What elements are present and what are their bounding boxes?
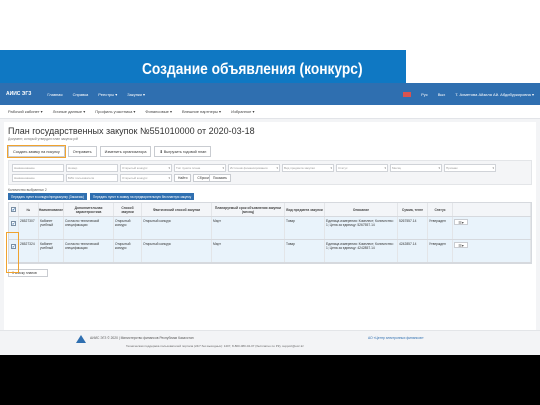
- export-plan-label: Выгрузить годовой план: [163, 149, 207, 154]
- doc-link[interactable]: Документ, который утвердил план закупок …: [8, 137, 532, 142]
- sub-navbar: Рабочий кабинет ▾ Личные данные ▾ Профил…: [0, 105, 540, 119]
- show-button[interactable]: Показать: [209, 174, 232, 182]
- row-fact-method: Открытый конкурс: [142, 240, 212, 262]
- ministry-logo-icon: [76, 335, 86, 343]
- table-header: ✔ № Наименование Дополнительная характер…: [9, 203, 531, 217]
- row-kind: Товар: [285, 240, 325, 262]
- row-method: Открытый конкурс: [114, 217, 142, 239]
- page-title: План государственных закупок №551010000 …: [8, 126, 255, 136]
- action-bar: Передать пункт в конкурс/предзакупку (За…: [8, 193, 532, 200]
- export-plan-button[interactable]: ⬇ Выгрузить годовой план: [154, 146, 212, 157]
- row-month: Март: [212, 217, 285, 239]
- create-notice-button[interactable]: Передать пункт в конкурс/предзакупку (За…: [8, 193, 87, 200]
- row-actions: ☰▾: [453, 217, 531, 239]
- subnav-finance[interactable]: Финансовые ▾: [145, 109, 172, 114]
- filter-month[interactable]: Месяц: [390, 164, 442, 172]
- notification-icon[interactable]: [403, 91, 412, 97]
- header-cell: Наименование: [39, 203, 64, 216]
- slide: Создание объявления (конкурс) АИИС ЭГЗ Г…: [0, 0, 540, 405]
- app-logo[interactable]: АИИС ЭГЗ: [6, 91, 31, 97]
- filter-method-2[interactable]: Открытый конкурс: [120, 174, 172, 182]
- filter-subject-kind[interactable]: Вид предмета закупки: [282, 164, 334, 172]
- plan-table: ✔ № Наименование Дополнительная характер…: [8, 202, 532, 264]
- row-id[interactable]: 26527307: [19, 217, 39, 239]
- top-navbar: АИИС ЭГЗ Главная Справка Реестры ▾ Закуп…: [0, 83, 540, 105]
- screenshot: АИИС ЭГЗ Главная Справка Реестры ▾ Закуп…: [0, 83, 540, 355]
- table-row[interactable]: ✔ 26527307 Кабинет учебный Согласно техн…: [9, 217, 531, 240]
- row-checkbox[interactable]: ✔: [11, 221, 16, 226]
- filter-name[interactable]: Наименование: [12, 164, 64, 172]
- filter-number[interactable]: Номер: [66, 164, 118, 172]
- search-button[interactable]: Найти: [174, 174, 192, 182]
- subnav-cabinet[interactable]: Рабочий кабинет ▾: [8, 109, 43, 114]
- header-cell: Способ закупки: [114, 203, 142, 216]
- lang-switch[interactable]: Рус: [421, 92, 428, 97]
- row-desc: Единица измерения: Комплект; Количество:…: [325, 217, 398, 239]
- row-extra: Согласно технической спецификации: [64, 217, 114, 239]
- menu-icon[interactable]: ☰▾: [454, 242, 468, 248]
- row-name: Кабинет учебный: [39, 217, 64, 239]
- selection-highlight: [6, 232, 19, 273]
- filter-row: Наименование Номер Открытый конкурс Тип …: [12, 164, 528, 172]
- nav-home[interactable]: Главная: [47, 92, 62, 97]
- create-pred-button[interactable]: Передать пункт в заявку на предварительн…: [89, 193, 195, 200]
- footer: АИИС ЭГЗ © 2020 | Министерство финансов …: [0, 330, 540, 355]
- header-cell: Фактический способ закупки: [142, 203, 212, 216]
- row-month: Март: [212, 240, 285, 262]
- filter-row: Наименование БИН пользователя Открытый к…: [12, 174, 528, 182]
- row-status: Утвержден: [428, 217, 453, 239]
- row-status: Утвержден: [428, 240, 453, 262]
- subnav-favorites[interactable]: Избранное ▾: [231, 109, 254, 114]
- row-sum: 5267557.14: [398, 217, 428, 239]
- nav-help[interactable]: Справка: [73, 92, 89, 97]
- filter-method[interactable]: Открытый конкурс: [120, 164, 172, 172]
- slide-title: Создание объявления (конкурс): [142, 61, 363, 78]
- row-actions: ☰▾: [453, 240, 531, 262]
- header-cell: №: [19, 203, 39, 216]
- user-menu[interactable]: Т. Ахметова Айзиля Ай. Абдибуркировна ▾: [455, 92, 534, 97]
- row-sum: 4242857.14: [398, 240, 428, 262]
- nav-purchases[interactable]: Закупки ▾: [127, 92, 145, 97]
- filter-panel: Наименование Номер Открытый конкурс Тип …: [8, 160, 532, 185]
- nav-registries[interactable]: Реестры ▾: [98, 92, 117, 97]
- row-kind: Товар: [285, 217, 325, 239]
- row-fact-method: Открытый конкурс: [142, 217, 212, 239]
- partner-link[interactable]: АО «Центр электронных финансов»: [368, 336, 424, 340]
- header-cell: [453, 203, 531, 216]
- main-panel: План государственных закупок №551010000 …: [4, 122, 536, 350]
- menu-icon[interactable]: ☰▾: [454, 219, 468, 225]
- header-cell: Вид предмета закупки: [285, 203, 325, 216]
- create-request-button[interactable]: Создать заявку на покупку: [7, 145, 66, 158]
- bottom-band: [0, 355, 540, 405]
- filter-funding[interactable]: Источник финансирования: [228, 164, 280, 172]
- logout-link[interactable]: Вых: [438, 92, 446, 97]
- toolbar: Создать заявку на покупку Отправить Изме…: [7, 145, 532, 158]
- header-cell: Статус: [428, 203, 453, 216]
- row-extra: Согласно технической спецификации: [64, 240, 114, 262]
- row-desc: Единица измерения: Комплект; Количество:…: [325, 240, 398, 262]
- select-all-checkbox[interactable]: ✔: [11, 207, 16, 212]
- selected-count: Количество выбранных 2: [8, 188, 47, 192]
- row-method: Открытый конкурс: [114, 240, 142, 262]
- subnav-personal[interactable]: Личные данные ▾: [53, 109, 86, 114]
- header-cell: Планируемый срок объявления закупки (мес…: [212, 203, 285, 216]
- header-cell: Дополнительная характеристика: [64, 203, 114, 216]
- subnav-partners[interactable]: Внешние партнеры ▾: [182, 109, 221, 114]
- filter-item-type[interactable]: Тип пункта плана: [174, 164, 226, 172]
- subnav-profile[interactable]: Профиль участника ▾: [95, 109, 135, 114]
- row-id[interactable]: 26527324: [19, 240, 39, 262]
- change-organizer-button[interactable]: Изменить организатора: [99, 146, 152, 157]
- header-select[interactable]: ✔: [9, 203, 19, 216]
- send-button[interactable]: Отправить: [67, 146, 97, 157]
- header-cell: Сумма, тенге: [398, 203, 428, 216]
- filter-sign[interactable]: Признак: [444, 164, 496, 172]
- table-row[interactable]: ✔ 26527324 Кабинет учебный Согласно техн…: [9, 240, 531, 263]
- row-name: Кабинет учебный: [39, 240, 64, 262]
- header-cell: Описание: [325, 203, 398, 216]
- footer-support: Техническая поддержка пользователей порт…: [126, 344, 304, 348]
- filter-status[interactable]: Статус: [336, 164, 388, 172]
- filter-name-2[interactable]: Наименование: [12, 174, 64, 182]
- filter-bin[interactable]: БИН пользователя: [66, 174, 118, 182]
- footer-copyright: АИИС ЭГЗ © 2020 | Министерство финансов …: [90, 336, 194, 340]
